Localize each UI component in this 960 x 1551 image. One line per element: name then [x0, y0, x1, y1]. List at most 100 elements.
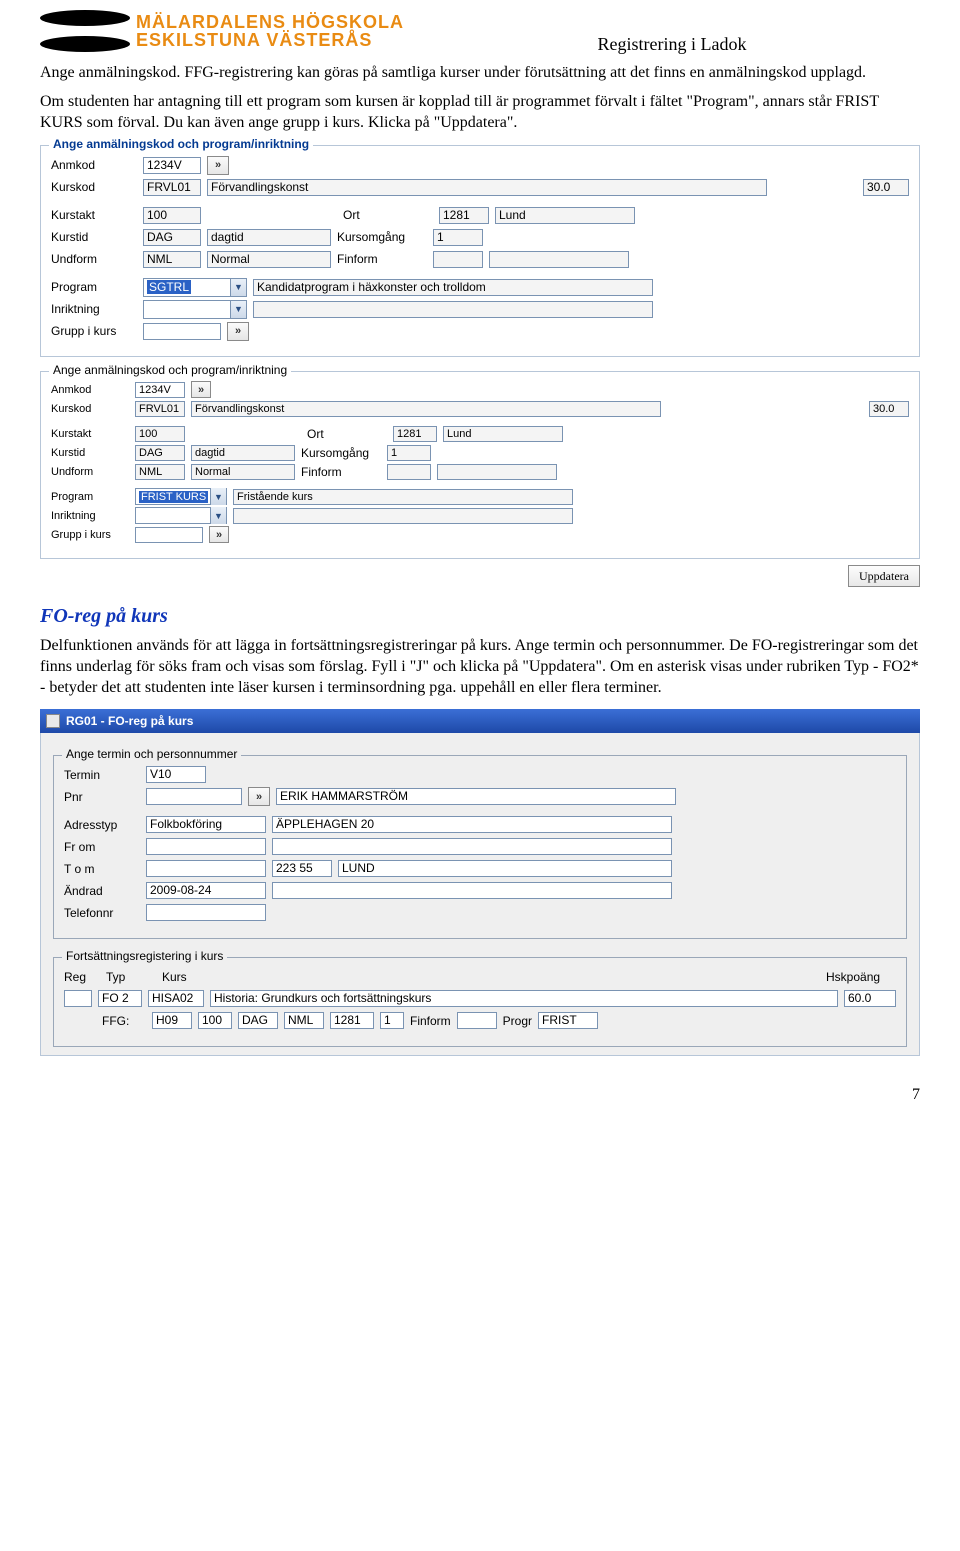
logo-line2: ESKILSTUNA VÄSTERÅS — [136, 31, 404, 49]
from-label: Fr om — [64, 840, 140, 854]
inrikt-select[interactable]: ▼ — [143, 300, 247, 319]
kurskod-label: Kurskod — [51, 403, 129, 415]
logo-line1: MÄLARDALENS HÖGSKOLA — [136, 13, 404, 31]
kurstid-field — [143, 229, 201, 246]
finform-code — [433, 251, 483, 268]
anmkod-go-button[interactable]: » — [207, 156, 229, 175]
adresstyp-label: Adresstyp — [64, 818, 140, 832]
undform-label: Undform — [51, 466, 129, 478]
tom-city — [338, 860, 672, 877]
termin-input[interactable] — [146, 766, 206, 783]
finform-label: Finform — [301, 465, 381, 479]
section-heading: FO-reg på kurs — [40, 605, 920, 628]
window-titlebar: RG01 - FO-reg på kurs — [40, 709, 920, 733]
undform-desc — [191, 464, 295, 480]
program-selected: SGTRL — [147, 280, 191, 294]
ffg-termin — [152, 1012, 192, 1029]
kurstid-label: Kurstid — [51, 230, 137, 244]
ffg-finform — [457, 1012, 497, 1029]
program-desc — [233, 489, 573, 505]
ffg-form — [284, 1012, 324, 1029]
intro-p2: Om studenten har antagning till ett prog… — [40, 92, 920, 134]
ort-label: Ort — [343, 208, 433, 222]
anmkod-go-button[interactable]: » — [191, 381, 211, 398]
col-kurs: Kurs — [162, 970, 814, 984]
win-box2-legend: Fortsättningsregistering i kurs — [62, 949, 227, 963]
chevron-down-icon: ▼ — [210, 507, 226, 524]
hp-field — [844, 990, 896, 1007]
inrikt-select[interactable]: ▼ — [135, 507, 227, 524]
points-field — [863, 179, 909, 196]
kurstakt-field — [135, 426, 185, 442]
ort-name — [443, 426, 563, 442]
program-select[interactable]: FRIST KURS ▼ — [135, 488, 227, 505]
pnr-label: Pnr — [64, 790, 140, 804]
kurstid-desc — [207, 229, 331, 246]
tom-label: T o m — [64, 862, 140, 876]
anmkod-input[interactable] — [143, 157, 201, 174]
progr-field — [538, 1012, 598, 1029]
update-button[interactable]: Uppdatera — [848, 565, 920, 587]
tom-zip — [272, 860, 332, 877]
form1-fieldset: Ange anmälningskod och program/inriktnin… — [40, 145, 920, 357]
kurskod-field — [148, 990, 204, 1007]
ffg-takt — [198, 1012, 232, 1029]
anmkod-label: Anmkod — [51, 384, 129, 396]
window-title: RG01 - FO-reg på kurs — [66, 714, 193, 728]
inrikt-label: Inriktning — [51, 302, 137, 316]
pnr-name — [276, 788, 676, 805]
window-icon — [46, 714, 60, 728]
inrikt-desc — [233, 508, 573, 524]
points-field — [869, 401, 909, 417]
page-number: 7 — [40, 1086, 920, 1104]
finform-label: Finform — [337, 252, 427, 266]
pnr-go-button[interactable]: » — [248, 787, 270, 806]
window-rg01: RG01 - FO-reg på kurs Ange termin och pe… — [40, 709, 920, 1056]
form2-fieldset: Ange anmälningskod och program/inriktnin… — [40, 371, 920, 559]
progr-label: Progr — [503, 1014, 532, 1028]
andrad-field — [146, 882, 266, 899]
komg-field — [387, 445, 431, 461]
col-typ: Typ — [106, 970, 150, 984]
grupp-go-button[interactable]: » — [227, 322, 249, 341]
grupp-go-button[interactable]: » — [209, 526, 229, 543]
ort-code — [439, 207, 489, 224]
kurstid-desc — [191, 445, 295, 461]
anmkod-input[interactable] — [135, 382, 185, 398]
ffg-omg — [380, 1012, 404, 1029]
andrad-extra — [272, 882, 672, 899]
kurstakt-label: Kurstakt — [51, 428, 129, 440]
kurstakt-label: Kurstakt — [51, 208, 137, 222]
form2-legend: Ange anmälningskod och program/inriktnin… — [49, 363, 291, 377]
col-reg: Reg — [64, 970, 94, 984]
reg-input[interactable] — [64, 990, 92, 1007]
kurskod-input — [143, 179, 201, 196]
doc-title: Registrering i Ladok — [424, 34, 920, 55]
program-desc — [253, 279, 653, 296]
from-field — [146, 838, 266, 855]
tel-label: Telefonnr — [64, 906, 140, 920]
undform-label: Undform — [51, 252, 137, 266]
inrikt-desc — [253, 301, 653, 318]
kurskod-label: Kurskod — [51, 180, 137, 194]
kurstid-field — [135, 445, 185, 461]
kurstakt-field — [143, 207, 201, 224]
ort-label: Ort — [307, 427, 387, 441]
pnr-input[interactable] — [146, 788, 242, 805]
win-box1-legend: Ange termin och personnummer — [62, 747, 241, 761]
section2-p1: Delfunktionen används för att lägga in f… — [40, 636, 920, 698]
adresstyp-field — [146, 816, 266, 833]
adress-field — [272, 816, 672, 833]
chevron-down-icon: ▼ — [230, 279, 246, 296]
program-label: Program — [51, 280, 137, 294]
finform-code — [387, 464, 431, 480]
grupp-label: Grupp i kurs — [51, 529, 129, 541]
inrikt-label: Inriktning — [51, 510, 129, 522]
finform-label: Finform — [410, 1014, 451, 1028]
ffg-tid — [238, 1012, 278, 1029]
program-select[interactable]: SGTRL ▼ — [143, 278, 247, 297]
grupp-input[interactable] — [135, 527, 203, 543]
ffg-ort — [330, 1012, 374, 1029]
undform-desc — [207, 251, 331, 268]
grupp-input[interactable] — [143, 323, 221, 340]
